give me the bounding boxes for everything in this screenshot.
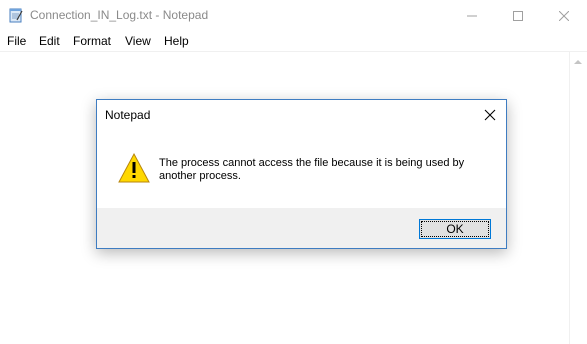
close-icon xyxy=(484,109,496,121)
warning-icon xyxy=(118,152,150,184)
window-close-button[interactable] xyxy=(541,0,587,31)
ok-button[interactable]: OK xyxy=(419,219,491,239)
maximize-button[interactable] xyxy=(495,0,541,31)
menu-view[interactable]: View xyxy=(125,33,151,49)
dialog-message: The process cannot access the file becau… xyxy=(159,157,465,182)
minimize-button[interactable] xyxy=(449,0,495,31)
error-dialog: Notepad The process cannot access the fi… xyxy=(96,99,507,249)
minimize-icon xyxy=(467,15,477,16)
dialog-footer: OK xyxy=(97,208,506,248)
notepad-window: Connection_IN_Log.txt - Notepad File Edi… xyxy=(0,0,587,344)
menu-edit[interactable]: Edit xyxy=(39,33,60,49)
dialog-title: Notepad xyxy=(105,108,151,122)
window-title: Connection_IN_Log.txt - Notepad xyxy=(30,8,209,22)
vertical-scrollbar[interactable] xyxy=(569,52,587,344)
menu-bar: File Edit Format View Help xyxy=(0,31,587,52)
title-bar[interactable]: Connection_IN_Log.txt - Notepad xyxy=(0,0,587,31)
notepad-icon xyxy=(8,7,24,23)
close-icon xyxy=(559,10,569,21)
dialog-close-button[interactable] xyxy=(474,100,506,130)
scroll-up-icon[interactable] xyxy=(574,60,582,64)
dialog-body: The process cannot access the file becau… xyxy=(97,130,506,208)
maximize-icon xyxy=(513,10,523,21)
menu-format[interactable]: Format xyxy=(73,33,111,49)
menu-file[interactable]: File xyxy=(7,33,26,49)
menu-help[interactable]: Help xyxy=(164,33,189,49)
